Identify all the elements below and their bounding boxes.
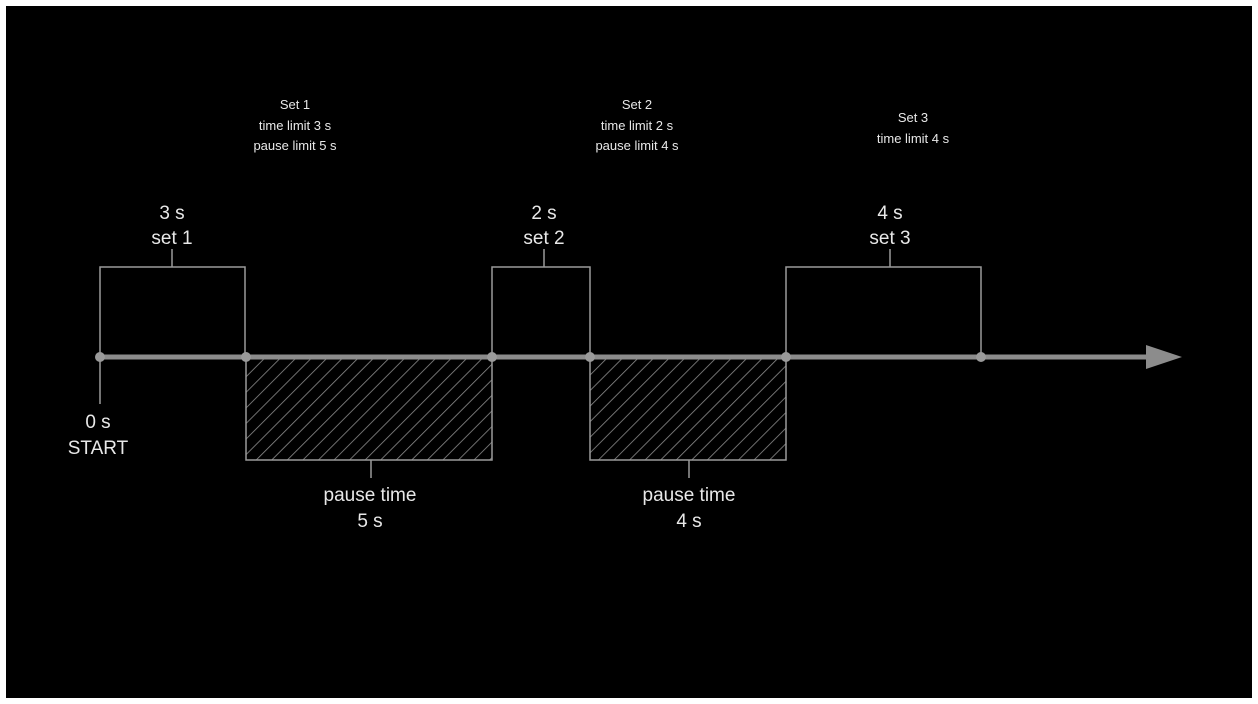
set-1-duration: 3 s	[159, 203, 184, 224]
pause-1-box	[245, 357, 493, 478]
marker-set-3-end	[976, 352, 986, 362]
set-3-name: set 3	[869, 228, 910, 249]
set-2-box	[491, 249, 591, 357]
marker-start	[95, 352, 105, 362]
start-label: START	[68, 438, 129, 459]
set-3-box	[785, 249, 982, 357]
set-2-name: set 2	[523, 228, 564, 249]
marker-set-2-start	[487, 352, 497, 362]
caption-set-2-time-limit: time limit 2 s	[601, 118, 674, 133]
marker-set-2-end	[585, 352, 595, 362]
caption-set-1-pause-limit: pause limit 5 s	[253, 138, 337, 153]
axis-arrow-icon	[1146, 345, 1182, 369]
start-time: 0 s	[85, 412, 110, 433]
caption-set-2-title: Set 2	[622, 97, 652, 112]
timeline-diagram: Set 1 time limit 3 s pause limit 5 s Set…	[68, 97, 1182, 532]
caption-set-2-pause-limit: pause limit 4 s	[595, 138, 679, 153]
pause-2-label: pause time	[643, 485, 736, 506]
marker-set-1-end	[241, 352, 251, 362]
pause-2-box	[589, 357, 787, 478]
set-3-duration: 4 s	[877, 203, 902, 224]
pause-1-duration: 5 s	[357, 511, 382, 532]
pause-1-label: pause time	[324, 485, 417, 506]
set-1-name: set 1	[151, 228, 192, 249]
pause-2-duration: 4 s	[676, 511, 701, 532]
set-1-box	[99, 249, 246, 357]
caption-set-1-time-limit: time limit 3 s	[259, 118, 332, 133]
caption-set-3-title: Set 3	[898, 110, 928, 125]
marker-set-3-start	[781, 352, 791, 362]
caption-set-3-time-limit: time limit 4 s	[877, 131, 950, 146]
set-2-duration: 2 s	[531, 203, 556, 224]
caption-set-1-title: Set 1	[280, 97, 310, 112]
